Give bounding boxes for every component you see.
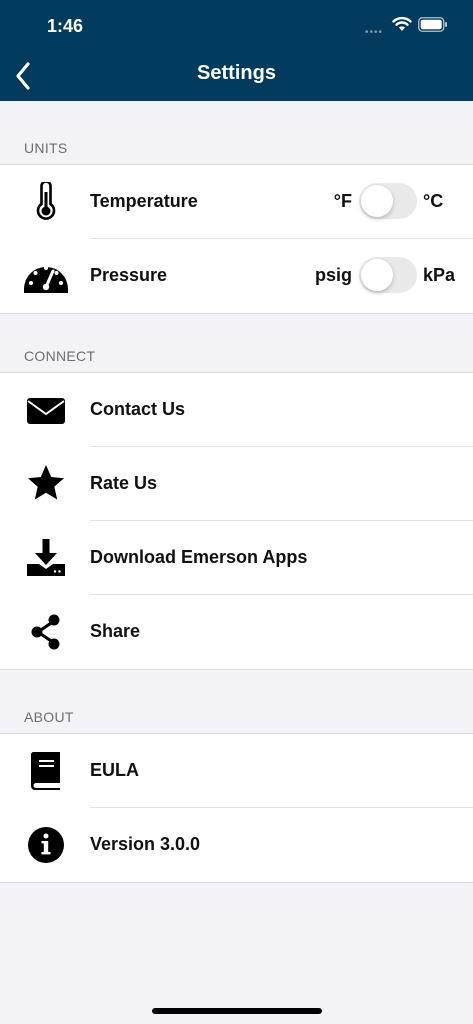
- download-apps-label: Download Emerson Apps: [90, 547, 308, 567]
- section-title-connect: CONNECT: [24, 348, 96, 364]
- eula-row[interactable]: EULA: [0, 734, 473, 808]
- star-icon: [28, 465, 64, 500]
- battery-icon: [418, 17, 447, 32]
- page-title: Settings: [197, 62, 276, 84]
- home-indicator: [152, 1008, 322, 1014]
- celsius-label: °C: [423, 191, 444, 211]
- pressure-toggle[interactable]: [359, 257, 417, 293]
- section-title-about: ABOUT: [24, 709, 74, 725]
- connect-group: Contact Us Rate Us Download Emerson Apps…: [0, 372, 473, 670]
- share-row[interactable]: Share: [0, 595, 473, 669]
- fahrenheit-label: °F: [333, 191, 352, 211]
- download-apps-row[interactable]: Download Emerson Apps: [0, 521, 473, 595]
- version-row: Version 3.0.0: [0, 808, 473, 882]
- rate-us-label: Rate Us: [90, 473, 158, 493]
- download-icon: [27, 539, 65, 576]
- pressure-row: Pressure psig kPa: [0, 239, 473, 313]
- gauge-icon: [24, 266, 68, 293]
- version-label: Version 3.0.0: [90, 834, 201, 854]
- temperature-toggle[interactable]: [359, 183, 417, 219]
- pressure-label: Pressure: [90, 265, 168, 285]
- signal-dots-icon: ••••: [365, 27, 384, 38]
- temperature-row: Temperature °F °C: [0, 165, 473, 239]
- thermometer-icon: [36, 182, 56, 220]
- eula-label: EULA: [90, 760, 139, 780]
- toggle-knob: [361, 185, 393, 217]
- contact-us-label: Contact Us: [90, 399, 186, 419]
- contact-us-row[interactable]: Contact Us: [0, 373, 473, 447]
- about-group: EULA Version 3.0.0: [0, 733, 473, 883]
- share-label: Share: [90, 621, 141, 641]
- share-icon: [31, 614, 60, 650]
- psig-label: psig: [314, 265, 352, 285]
- nav-header: 1:46 •••• Settings: [0, 0, 473, 101]
- kpa-label: kPa: [423, 265, 456, 285]
- info-icon: [28, 827, 64, 863]
- wifi-icon: [392, 16, 412, 31]
- book-icon: [30, 752, 60, 790]
- units-group: Temperature °F °C Pressure psig kPa: [0, 164, 473, 314]
- section-title-units: UNITS: [24, 140, 68, 156]
- toggle-knob: [361, 259, 393, 291]
- rate-us-row[interactable]: Rate Us: [0, 447, 473, 521]
- status-time: 1:46: [47, 16, 84, 36]
- envelope-icon: [27, 398, 65, 424]
- temperature-label: Temperature: [90, 191, 198, 211]
